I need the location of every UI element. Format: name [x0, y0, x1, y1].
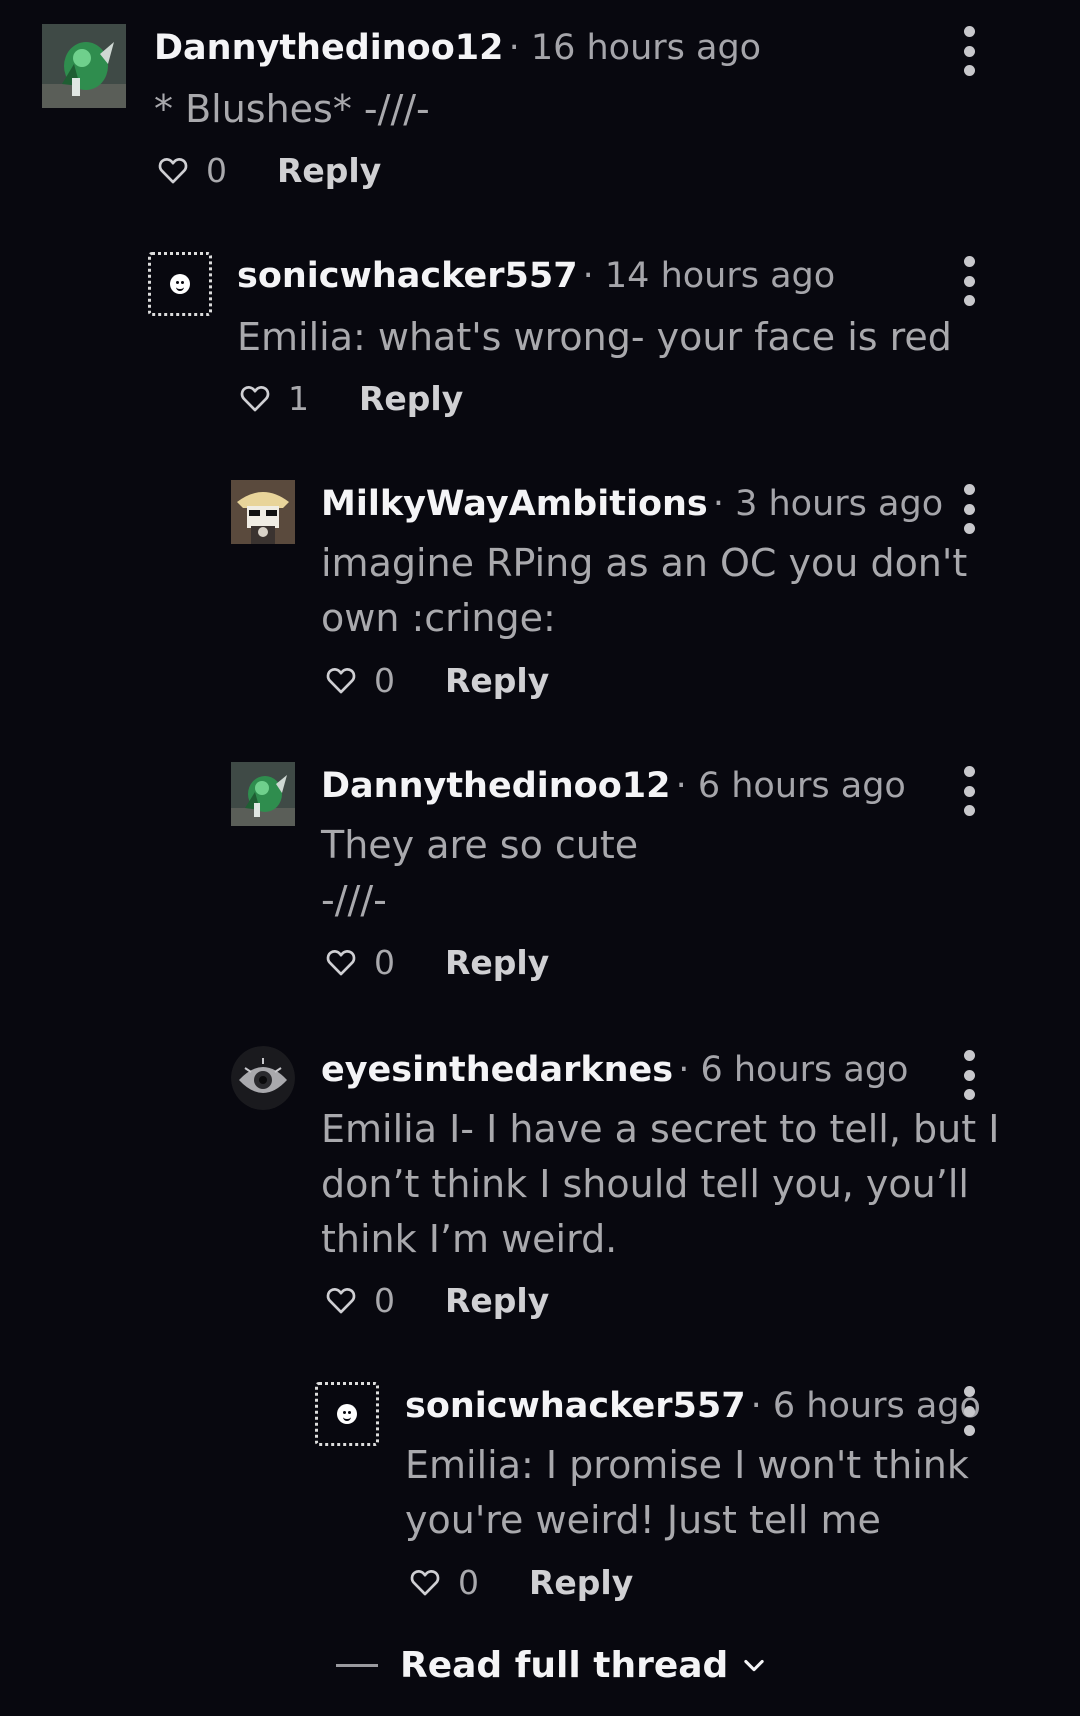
heart-icon[interactable]	[324, 945, 358, 979]
like-count: 0	[206, 150, 227, 190]
divider	[336, 1663, 378, 1667]
comment: MilkyWayAmbitions · 3 hours ago imagine …	[231, 480, 1042, 700]
username[interactable]: sonicwhacker557	[405, 1386, 746, 1426]
comment-actions: 0 Reply	[324, 938, 549, 986]
more-vertical-icon[interactable]	[954, 484, 984, 534]
smiley-icon	[170, 274, 190, 294]
comment-text: imagine RPing as an OC you don't own :cr…	[321, 541, 968, 640]
chevron-down-icon	[744, 1659, 764, 1672]
avatar-image	[42, 24, 126, 108]
reply-button[interactable]: Reply	[359, 379, 463, 418]
timestamp: · 14 hours ago	[582, 256, 836, 296]
more-vertical-icon[interactable]	[954, 766, 984, 816]
comment-text: * Blushes* -///-	[154, 87, 430, 131]
comment: sonicwhacker557 · 6 hours ago Emilia: I …	[315, 1382, 1042, 1602]
more-vertical-icon[interactable]	[954, 256, 984, 306]
heart-icon[interactable]	[324, 663, 358, 697]
avatar-image	[231, 480, 295, 544]
comment: Dannythedinoo12 · 16 hours ago * Blushes…	[42, 24, 1042, 194]
timestamp: · 3 hours ago	[712, 484, 944, 524]
comment-actions: 0 Reply	[156, 146, 381, 194]
comment-header: Dannythedinoo12 · 16 hours ago	[154, 24, 761, 78]
heart-icon[interactable]	[156, 153, 190, 187]
like-count: 0	[374, 660, 395, 700]
comment-text: Emilia I- I have a secret to tell, but I…	[321, 1107, 1000, 1261]
comment-header: Dannythedinoo12 · 6 hours ago	[321, 762, 906, 816]
reply-button[interactable]: Reply	[445, 1281, 549, 1320]
comment: eyesinthedarknes · 6 hours ago Emilia I-…	[231, 1046, 1042, 1320]
comment-actions: 0 Reply	[324, 656, 549, 704]
reply-button[interactable]: Reply	[445, 943, 549, 982]
comment-text: Emilia: what's wrong- your face is red	[237, 315, 952, 359]
timestamp: · 6 hours ago	[750, 1386, 981, 1426]
read-full-thread-label: Read full thread	[400, 1644, 729, 1686]
more-vertical-icon[interactable]	[954, 1050, 984, 1100]
timestamp: · 6 hours ago	[678, 1050, 909, 1090]
heart-icon[interactable]	[238, 381, 272, 415]
comment: sonicwhacker557 · 14 hours ago Emilia: w…	[148, 252, 1042, 422]
smiley-icon	[337, 1404, 357, 1424]
comment: Dannythedinoo12 · 6 hours ago They are s…	[231, 762, 1042, 982]
more-vertical-icon[interactable]	[954, 1386, 984, 1436]
heart-icon[interactable]	[324, 1283, 358, 1317]
username[interactable]: Dannythedinoo12	[154, 28, 503, 68]
avatar-image	[231, 762, 295, 826]
read-full-thread-button[interactable]: Read full thread	[336, 1640, 768, 1690]
like-count: 0	[374, 942, 395, 982]
heart-icon[interactable]	[408, 1565, 442, 1599]
avatar[interactable]	[231, 480, 295, 544]
comment-actions: 0 Reply	[408, 1558, 633, 1606]
comment-text: Emilia: I promise I won't think you're w…	[405, 1443, 969, 1542]
reply-button[interactable]: Reply	[529, 1563, 633, 1602]
comment-header: sonicwhacker557 · 14 hours ago	[237, 252, 835, 306]
comment-text: They are so cute -///-	[321, 823, 639, 922]
avatar[interactable]	[231, 1046, 295, 1110]
username[interactable]: Dannythedinoo12	[321, 766, 670, 806]
avatar[interactable]	[148, 252, 212, 316]
avatar-image	[231, 1046, 295, 1110]
comment-header: MilkyWayAmbitions · 3 hours ago	[321, 480, 943, 534]
like-count: 0	[458, 1562, 479, 1602]
avatar[interactable]	[231, 762, 295, 826]
username[interactable]: eyesinthedarknes	[321, 1050, 673, 1090]
comment-actions: 1 Reply	[238, 374, 463, 422]
avatar[interactable]	[315, 1382, 379, 1446]
reply-button[interactable]: Reply	[445, 661, 549, 700]
comment-header: sonicwhacker557 · 6 hours ago	[405, 1382, 981, 1436]
comment-header: eyesinthedarknes · 6 hours ago	[321, 1046, 908, 1100]
timestamp: · 16 hours ago	[508, 28, 762, 68]
avatar[interactable]	[42, 24, 126, 108]
reply-button[interactable]: Reply	[277, 151, 381, 190]
more-vertical-icon[interactable]	[954, 26, 984, 76]
comment-actions: 0 Reply	[324, 1276, 549, 1324]
username[interactable]: sonicwhacker557	[237, 256, 578, 296]
timestamp: · 6 hours ago	[675, 766, 906, 806]
like-count: 1	[288, 378, 309, 418]
username[interactable]: MilkyWayAmbitions	[321, 484, 708, 524]
like-count: 0	[374, 1280, 395, 1320]
